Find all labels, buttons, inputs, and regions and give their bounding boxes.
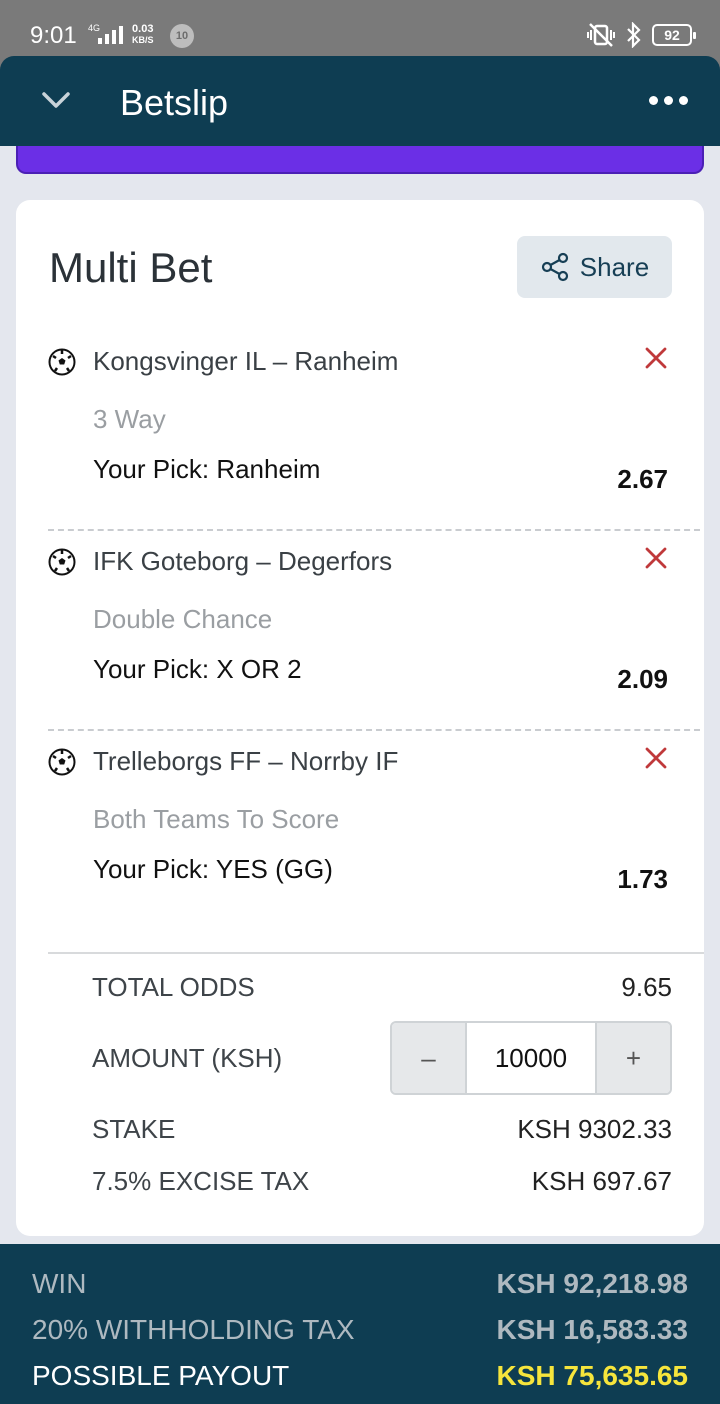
possible-payout-row: POSSIBLE PAYOUT KSH 75,635.65 bbox=[32, 1360, 688, 1392]
match-name: Kongsvinger IL – Ranheim bbox=[93, 346, 399, 376]
market-name: Both Teams To Score bbox=[93, 804, 340, 834]
soccer-ball-icon bbox=[48, 548, 76, 576]
network-speed: 0.03 KB/S bbox=[132, 24, 154, 46]
remove-icon[interactable] bbox=[644, 346, 668, 370]
amount-input[interactable] bbox=[465, 1023, 597, 1093]
excise-tax-row: 7.5% EXCISE TAX KSH 697.67 bbox=[92, 1166, 672, 1197]
market-name: Double Chance bbox=[93, 604, 273, 634]
amount-stepper[interactable]: – + bbox=[390, 1021, 672, 1095]
excise-tax-value: KSH 697.67 bbox=[531, 1166, 672, 1196]
soccer-ball-icon bbox=[48, 348, 76, 376]
withholding-tax-row: 20% WITHHOLDING TAX KSH 16,583.33 bbox=[32, 1314, 688, 1346]
withholding-tax-value: KSH 16,583.33 bbox=[496, 1314, 688, 1345]
battery-level: 92 bbox=[664, 27, 680, 43]
card-title: Multi Bet bbox=[49, 244, 213, 291]
win-value: KSH 92,218.98 bbox=[496, 1268, 688, 1299]
your-pick: Your Pick: X OR 2 bbox=[93, 654, 302, 684]
amount-row: AMOUNT (KSH) bbox=[92, 1043, 372, 1074]
selection-odds: 2.67 bbox=[617, 464, 668, 494]
network-speed-unit: KB/S bbox=[132, 35, 154, 45]
share-label: Share bbox=[579, 251, 650, 282]
share-button[interactable]: Share bbox=[517, 236, 672, 298]
remove-icon[interactable] bbox=[644, 746, 668, 770]
stake-label: STAKE bbox=[92, 1114, 176, 1144]
possible-payout-label: POSSIBLE PAYOUT bbox=[32, 1360, 290, 1391]
network-type: 4G bbox=[88, 23, 101, 33]
withholding-tax-label: 20% WITHHOLDING TAX bbox=[32, 1314, 355, 1345]
amount-label: AMOUNT (KSH) bbox=[92, 1043, 283, 1073]
increase-amount-button[interactable]: + bbox=[597, 1023, 670, 1093]
signal-icon: 4G bbox=[88, 23, 123, 44]
selection-divider bbox=[48, 729, 700, 731]
total-odds-label: TOTAL ODDS bbox=[92, 972, 255, 1002]
network-speed-value: 0.03 bbox=[132, 23, 154, 35]
status-time: 9:01 bbox=[30, 22, 77, 49]
battery-icon: 92 bbox=[652, 24, 696, 46]
silent-vibrate-icon bbox=[587, 23, 615, 47]
betslip-header: Betslip bbox=[0, 56, 720, 146]
page-title: Betslip bbox=[120, 82, 229, 123]
selection-odds: 1.73 bbox=[617, 864, 668, 894]
total-odds-value: 9.65 bbox=[621, 972, 672, 1002]
summary-divider bbox=[48, 952, 704, 954]
bluetooth-icon bbox=[627, 22, 641, 48]
more-options-icon[interactable] bbox=[649, 86, 688, 114]
stake-row: STAKE KSH 9302.33 bbox=[92, 1114, 672, 1145]
soccer-ball-icon bbox=[48, 748, 76, 776]
match-name: IFK Goteborg – Degerfors bbox=[93, 546, 393, 576]
possible-payout-value: KSH 75,635.65 bbox=[496, 1360, 688, 1391]
share-icon bbox=[541, 252, 568, 282]
stake-value: KSH 9302.33 bbox=[517, 1114, 672, 1144]
selection-odds: 2.09 bbox=[617, 664, 668, 694]
promo-banner-strip bbox=[16, 146, 704, 174]
excise-tax-label: 7.5% EXCISE TAX bbox=[92, 1166, 310, 1196]
your-pick: Your Pick: Ranheim bbox=[93, 454, 321, 484]
win-label: WIN bbox=[32, 1268, 87, 1299]
win-row: WIN KSH 92,218.98 bbox=[32, 1268, 688, 1300]
total-odds-row: TOTAL ODDS 9.65 bbox=[92, 972, 672, 1003]
selection-divider bbox=[48, 529, 700, 531]
market-name: 3 Way bbox=[93, 404, 166, 434]
chevron-down-icon[interactable] bbox=[40, 86, 72, 114]
your-pick: Your Pick: YES (GG) bbox=[93, 854, 333, 884]
notification-count-badge: 10 bbox=[170, 24, 194, 48]
decrease-amount-button[interactable]: – bbox=[392, 1023, 465, 1093]
payout-footer: WIN KSH 92,218.98 20% WITHHOLDING TAX KS… bbox=[0, 1244, 720, 1404]
multi-bet-card: Multi Bet Share Kongsvinger IL – Ranheim… bbox=[16, 200, 704, 1236]
match-name: Trelleborgs FF – Norrby IF bbox=[93, 746, 399, 776]
remove-icon[interactable] bbox=[644, 546, 668, 570]
